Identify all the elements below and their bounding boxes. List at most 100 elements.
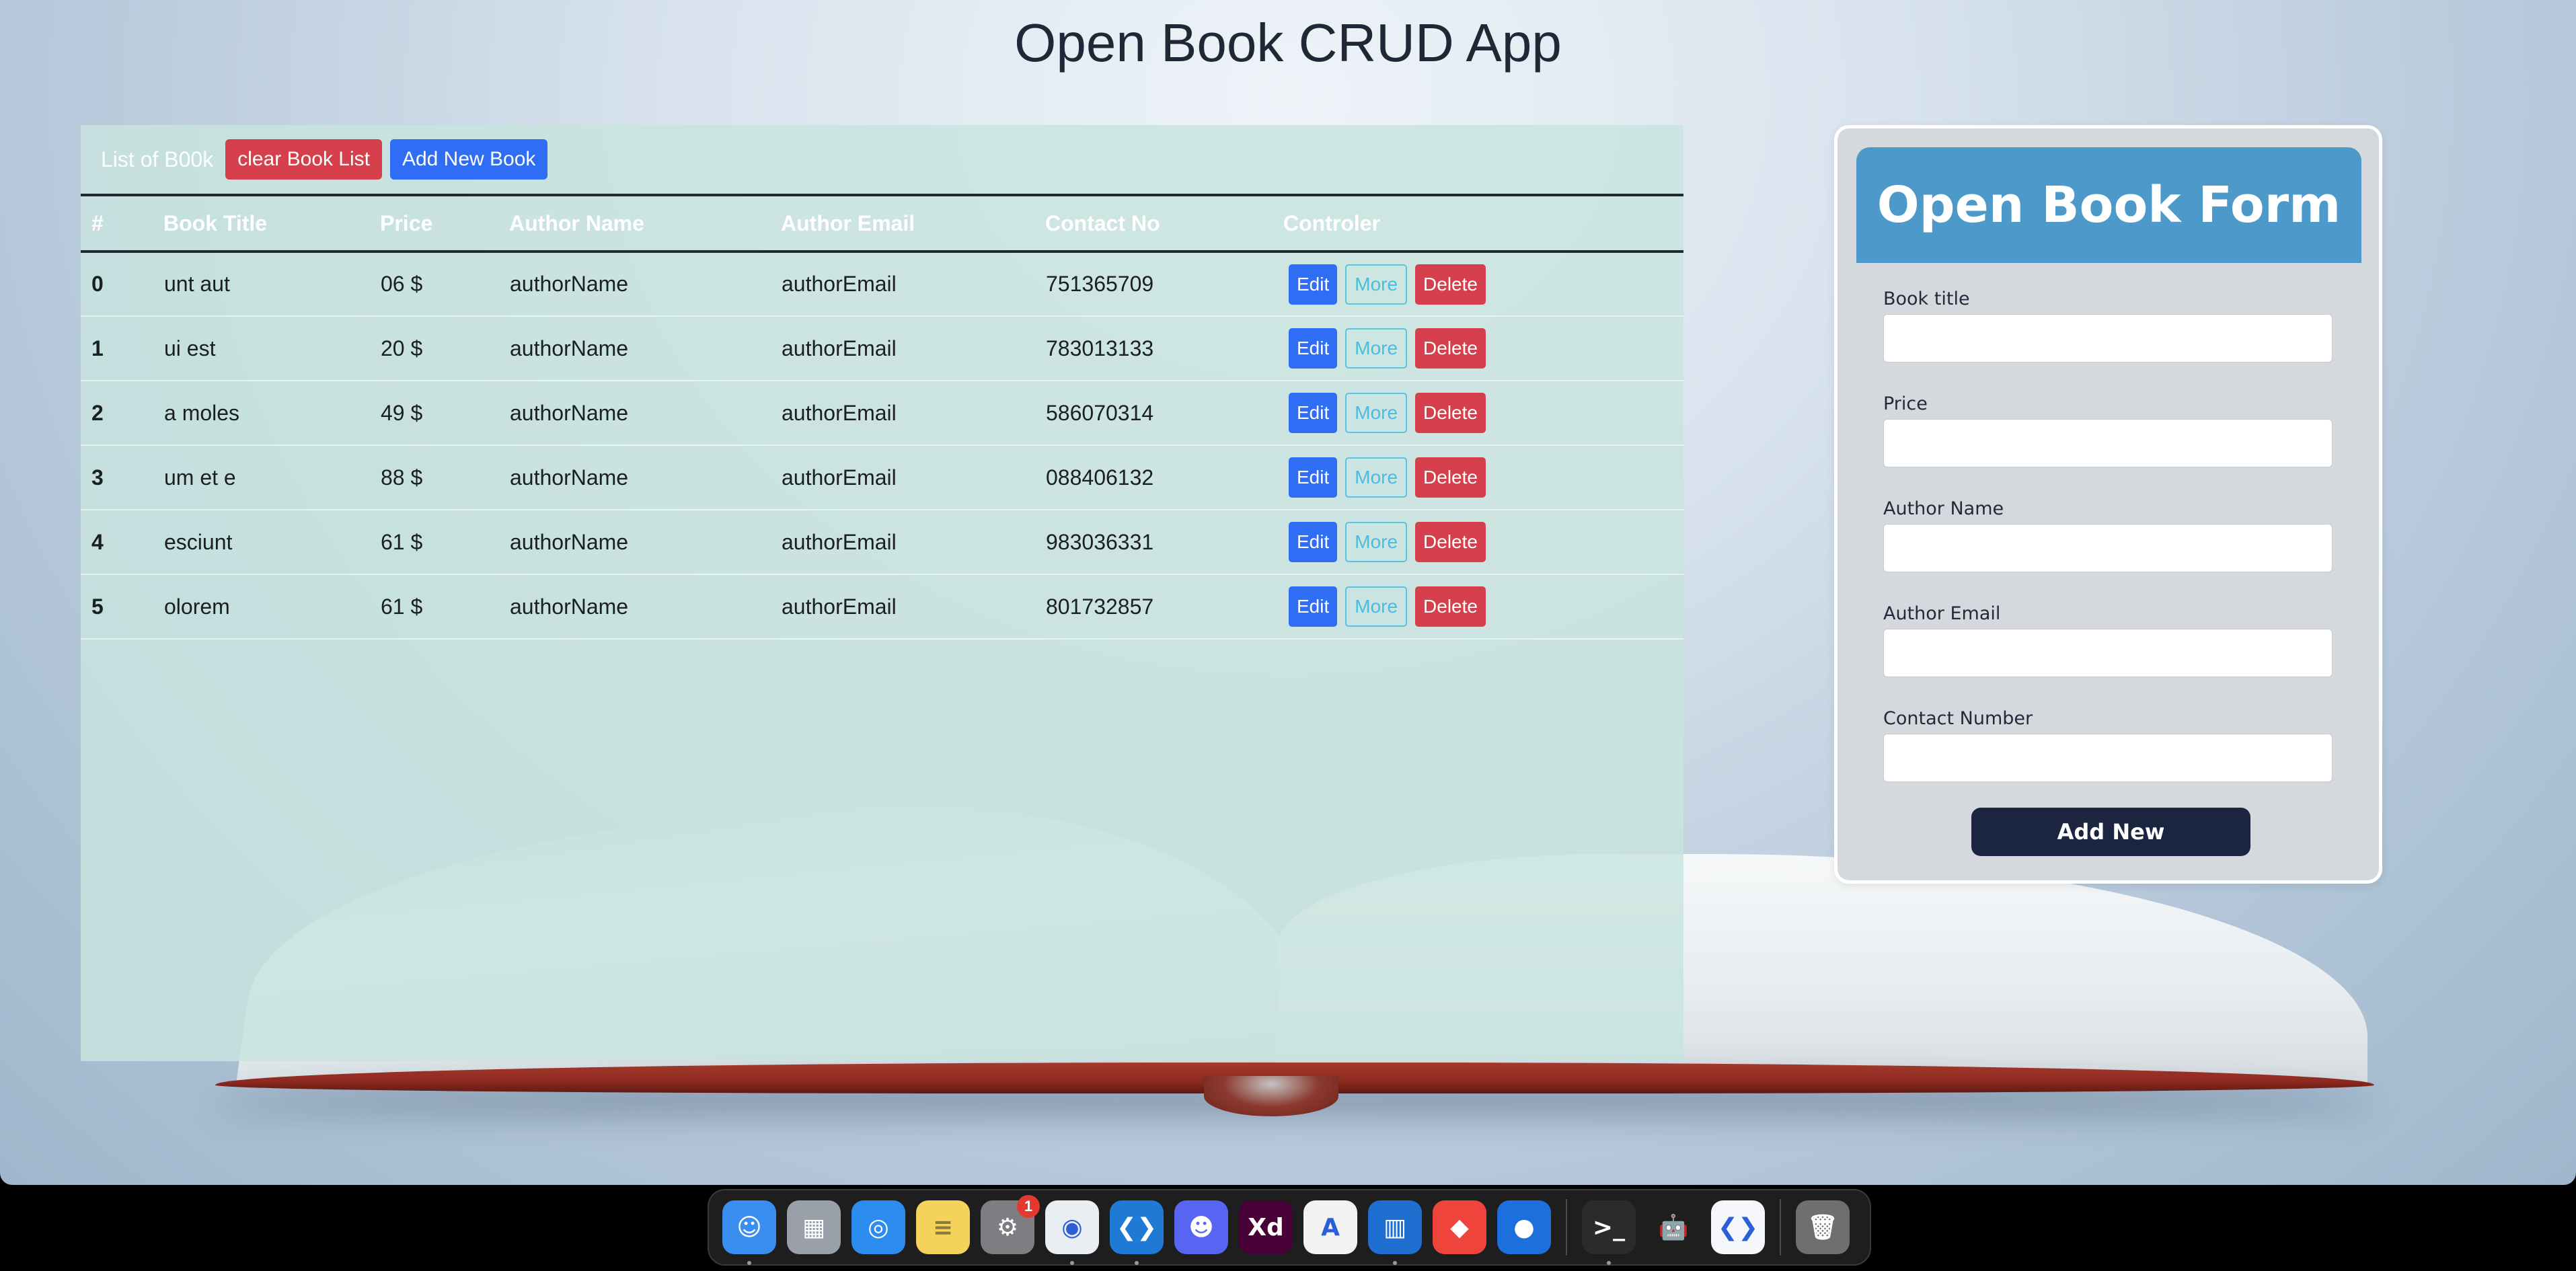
- row-index-cell: 2: [91, 400, 104, 425]
- running-indicator: [1607, 1261, 1611, 1265]
- anydesk-glyph: ◆: [1450, 1213, 1469, 1241]
- android-studio-icon[interactable]: A: [1303, 1200, 1357, 1254]
- book-title-cell: a moles: [164, 400, 240, 425]
- edit-button[interactable]: Edit: [1289, 586, 1338, 627]
- trello-icon[interactable]: ▥: [1368, 1200, 1422, 1265]
- contact-number-input[interactable]: [1883, 734, 2333, 782]
- column-header-title: Book Title: [163, 210, 268, 235]
- more-button[interactable]: More: [1345, 457, 1408, 498]
- more-button[interactable]: More: [1345, 328, 1408, 369]
- column-header-author-name: Author Name: [509, 210, 644, 235]
- terminal-glyph: >_: [1592, 1213, 1626, 1241]
- row-index-cell: 5: [91, 594, 104, 619]
- delete-button[interactable]: Delete: [1415, 522, 1486, 562]
- chrome-icon[interactable]: ◉: [1045, 1200, 1099, 1265]
- delete-button[interactable]: Delete: [1415, 264, 1486, 305]
- book-title-cell: ui est: [164, 336, 216, 360]
- table-row: 2 a moles 49 $ authorName authorEmail 5860703…: [81, 381, 1683, 445]
- price-cell: 61 $: [381, 529, 423, 554]
- add-new-submit-button[interactable]: Add New: [1971, 808, 2250, 856]
- macos-dock: ☺ ▦ ◎ ≡ ⚙ 1 ◉ ❮❯ ☻ Xd A ▥ ◆ ● >_ 🤖 ❮❯ 🗑: [708, 1189, 1871, 1266]
- running-indicator: [747, 1261, 751, 1265]
- sourcetree-glyph: ●: [1513, 1213, 1535, 1241]
- discord-icon[interactable]: ☻: [1174, 1200, 1228, 1254]
- notes-glyph: ≡: [932, 1213, 954, 1241]
- delete-button[interactable]: Delete: [1415, 586, 1486, 627]
- edit-button[interactable]: Edit: [1289, 264, 1338, 305]
- column-header-author-email: Author Email: [781, 210, 915, 235]
- author-email-cell: authorEmail: [782, 336, 897, 360]
- system-settings-icon[interactable]: ⚙ 1: [981, 1195, 1040, 1254]
- form-title: Open Book Form: [1877, 176, 2341, 234]
- chrome-glyph: ◉: [1061, 1213, 1083, 1241]
- author-email-cell: authorEmail: [782, 272, 897, 296]
- dock-separator: [1566, 1199, 1567, 1256]
- delete-button[interactable]: Delete: [1415, 393, 1486, 433]
- delete-button[interactable]: Delete: [1415, 457, 1486, 498]
- contact-number-cell: 088406132: [1046, 465, 1154, 490]
- running-indicator: [1135, 1261, 1139, 1265]
- book-title-cell: unt aut: [164, 272, 230, 296]
- trash-glyph: 🗑: [1807, 1214, 1838, 1241]
- author-email-input[interactable]: [1883, 629, 2333, 677]
- row-index-cell: 0: [91, 272, 104, 296]
- author-name-cell: authorName: [510, 529, 629, 554]
- row-index-cell: 3: [91, 465, 104, 490]
- price-cell: 61 $: [381, 594, 423, 619]
- notes-icon[interactable]: ≡: [916, 1200, 970, 1254]
- contact-number-cell: 983036331: [1046, 529, 1154, 554]
- anydesk-icon[interactable]: ◆: [1433, 1200, 1486, 1254]
- table-row: 4 esciunt 61 $ authorName authorEmail 9830363…: [81, 510, 1683, 574]
- android-studio-glyph: A: [1321, 1213, 1340, 1241]
- safari-icon[interactable]: ◎: [851, 1200, 905, 1254]
- author-name-cell: authorName: [510, 336, 629, 360]
- price-label: Price: [1883, 393, 1928, 414]
- android-glyph: 🤖: [1658, 1214, 1689, 1241]
- vscode-icon[interactable]: ❮❯: [1110, 1200, 1164, 1265]
- finder-icon[interactable]: ☺: [722, 1200, 776, 1265]
- table-row: 0 unt aut 06 $ authorName authorEmail 7513657…: [81, 252, 1683, 316]
- edit-button[interactable]: Edit: [1289, 328, 1338, 369]
- notification-badge: 1: [1017, 1195, 1040, 1218]
- more-button[interactable]: More: [1345, 586, 1408, 627]
- price-input[interactable]: [1883, 419, 2333, 467]
- adobe-xd-icon[interactable]: Xd: [1239, 1200, 1293, 1254]
- contact-number-cell: 751365709: [1046, 272, 1154, 296]
- form-header: Open Book Form: [1856, 147, 2361, 263]
- dock-separator: [1780, 1199, 1781, 1256]
- author-email-cell: authorEmail: [782, 529, 897, 554]
- edit-button[interactable]: Edit: [1289, 393, 1338, 433]
- table-row: 3 um et e 88 $ authorName authorEmail 0884061…: [81, 445, 1683, 510]
- clear-book-list-button[interactable]: clear Book List: [225, 139, 382, 180]
- page-title: Open Book CRUD App: [1014, 13, 1562, 73]
- trash-icon[interactable]: 🗑: [1796, 1200, 1850, 1254]
- launchpad-glyph: ▦: [802, 1213, 825, 1241]
- book-form-card: Open Book Form Book title Price Author Nam…: [1834, 125, 2382, 884]
- author-name-input[interactable]: [1883, 524, 2333, 572]
- author-name-cell: authorName: [510, 400, 629, 425]
- add-new-book-button[interactable]: Add New Book: [389, 139, 548, 180]
- contact-number-cell: 801732857: [1046, 594, 1154, 619]
- author-email-cell: authorEmail: [782, 465, 897, 490]
- browser-window: Open Book CRUD App List of B00k clear Bo…: [0, 0, 2576, 1185]
- vscode-insiders-icon[interactable]: ❮❯: [1711, 1200, 1765, 1254]
- book-spine-image: [1204, 1076, 1338, 1116]
- more-button[interactable]: More: [1345, 393, 1408, 433]
- android-icon[interactable]: 🤖: [1646, 1200, 1700, 1254]
- edit-button[interactable]: Edit: [1289, 457, 1338, 498]
- delete-button[interactable]: Delete: [1415, 328, 1486, 369]
- book-title-cell: um et e: [164, 465, 236, 490]
- discord-glyph: ☻: [1188, 1213, 1214, 1241]
- column-header-index: #: [91, 210, 104, 235]
- launchpad-icon[interactable]: ▦: [787, 1200, 841, 1254]
- more-button[interactable]: More: [1345, 522, 1408, 562]
- price-cell: 06 $: [381, 272, 423, 296]
- price-cell: 88 $: [381, 465, 423, 490]
- more-button[interactable]: More: [1345, 264, 1408, 305]
- vscode-glyph: ❮❯: [1116, 1213, 1158, 1241]
- sourcetree-icon[interactable]: ●: [1497, 1200, 1551, 1254]
- terminal-icon[interactable]: >_: [1582, 1200, 1636, 1265]
- table-row: 1 ui est 20 $ authorName authorEmail 78301313…: [81, 316, 1683, 381]
- edit-button[interactable]: Edit: [1289, 522, 1338, 562]
- book-title-input[interactable]: [1883, 314, 2333, 362]
